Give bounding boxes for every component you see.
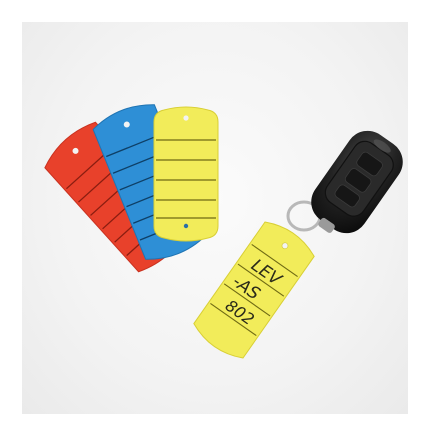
product-photo: LEV -AS 802 [44,104,403,359]
attached-yellow-key-tag: LEV -AS 802 [193,221,315,359]
yellow-key-tag [153,106,219,242]
car-key-fob [311,130,403,234]
product-photo-scene: LEV -AS 802 [22,22,408,414]
